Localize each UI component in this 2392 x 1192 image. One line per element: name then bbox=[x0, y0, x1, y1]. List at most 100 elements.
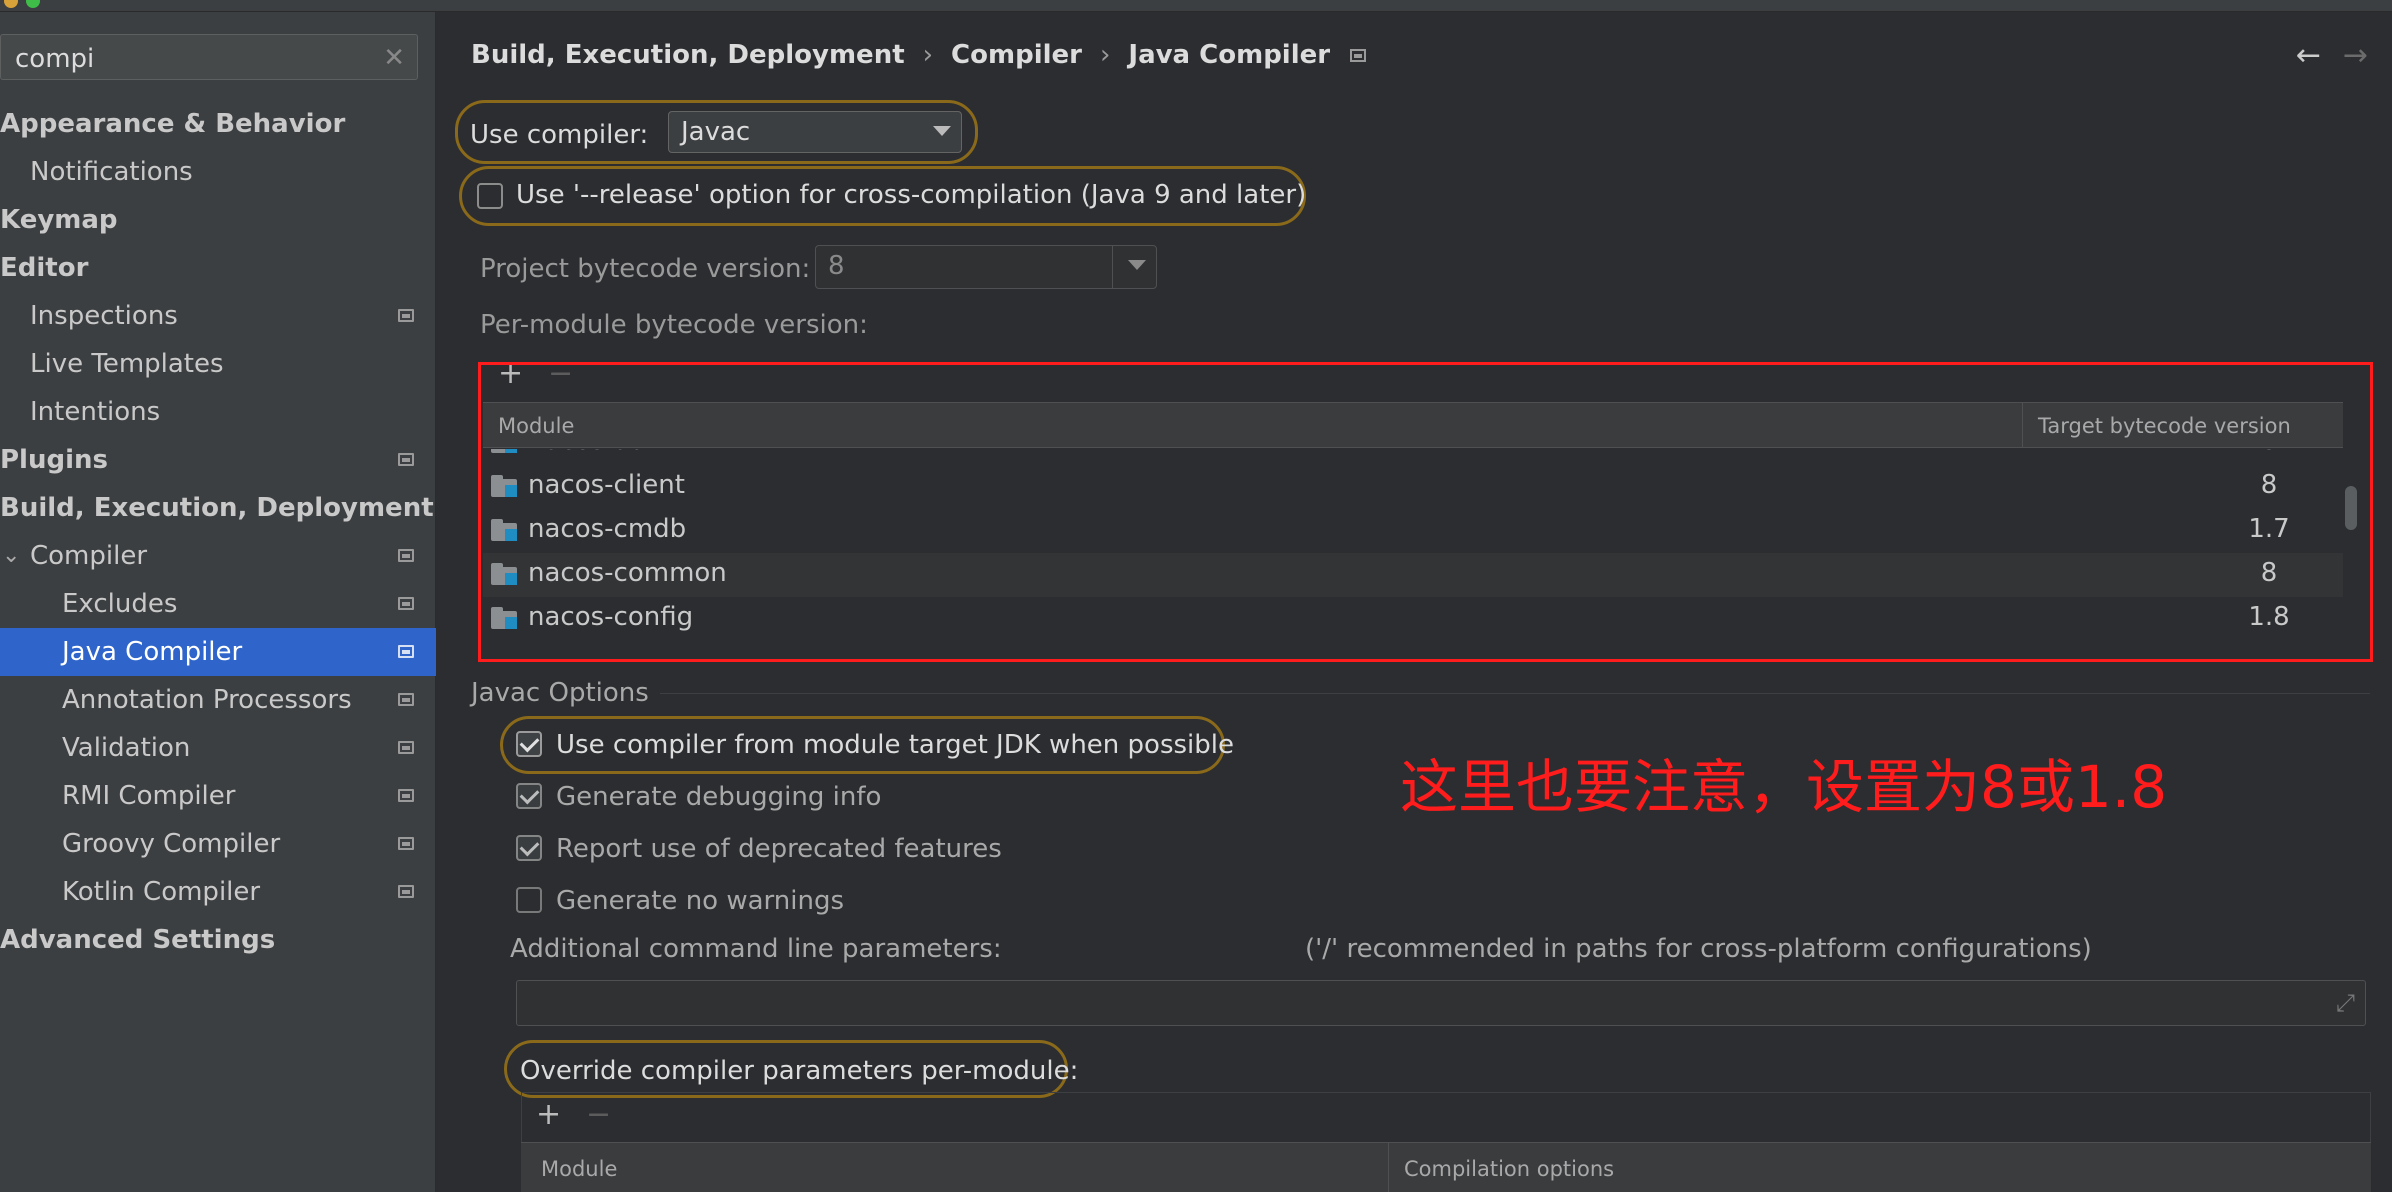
column-header-compilation-options[interactable]: Compilation options bbox=[1404, 1157, 1614, 1181]
clear-search-icon[interactable]: ✕ bbox=[383, 43, 405, 73]
use-module-jdk-label: Use compiler from module target JDK when… bbox=[556, 730, 1234, 760]
override-table-toolbar: + − bbox=[521, 1092, 2371, 1142]
settings-sidebar: compi ✕ Appearance & Behavior Notificati… bbox=[0, 12, 436, 1192]
sidebar-item-label: Validation bbox=[62, 733, 191, 763]
sidebar-item-label: Keymap bbox=[0, 205, 118, 235]
sidebar-item-rmi-compiler[interactable]: RMI Compiler bbox=[0, 772, 436, 820]
project-settings-icon bbox=[398, 789, 414, 802]
sidebar-item-live-templates[interactable]: Live Templates bbox=[0, 340, 436, 388]
project-settings-icon bbox=[398, 453, 414, 466]
sidebar-item-label: Annotation Processors bbox=[62, 685, 352, 715]
additional-params-input[interactable]: ⤢ bbox=[516, 980, 2366, 1026]
sidebar-item-editor[interactable]: Editor bbox=[0, 244, 436, 292]
use-compiler-value: Javac bbox=[681, 117, 751, 147]
zoom-window-icon[interactable] bbox=[26, 0, 40, 8]
additional-params-hint: ('/' recommended in paths for cross-plat… bbox=[1305, 934, 2092, 964]
sidebar-item-annotation-processors[interactable]: Annotation Processors bbox=[0, 676, 436, 724]
sidebar-item-label: Advanced Settings bbox=[0, 925, 276, 955]
remove-override-icon[interactable]: − bbox=[586, 1097, 611, 1132]
sidebar-item-plugins[interactable]: Plugins bbox=[0, 436, 436, 484]
project-settings-icon bbox=[398, 549, 414, 562]
search-input[interactable]: compi bbox=[15, 44, 94, 74]
sidebar-item-label: Java Compiler bbox=[62, 637, 243, 667]
sidebar-item-label: Groovy Compiler bbox=[62, 829, 281, 859]
project-bytecode-label: Project bytecode version: bbox=[480, 254, 811, 284]
javac-options-title: Javac Options bbox=[471, 678, 649, 708]
sidebar-item-label: RMI Compiler bbox=[62, 781, 236, 811]
project-bytecode-dropdown[interactable]: 8 bbox=[815, 245, 1157, 289]
sidebar-item-groovy-compiler[interactable]: Groovy Compiler bbox=[0, 820, 436, 868]
breadcrumb-separator: › bbox=[1099, 40, 1111, 70]
sidebar-item-label: Appearance & Behavior bbox=[0, 109, 346, 139]
sidebar-item-compiler[interactable]: ⌄ Compiler bbox=[0, 532, 436, 580]
override-table-header: Module Compilation options bbox=[521, 1142, 2371, 1192]
breadcrumb-separator: › bbox=[922, 40, 934, 70]
project-settings-icon bbox=[398, 885, 414, 898]
release-option-checkbox[interactable] bbox=[477, 183, 503, 209]
sidebar-item-label: Kotlin Compiler bbox=[62, 877, 261, 907]
back-arrow-icon[interactable]: ← bbox=[2296, 38, 2321, 73]
project-settings-icon bbox=[398, 837, 414, 850]
project-settings-icon bbox=[1350, 49, 1367, 62]
no-warnings-label: Generate no warnings bbox=[556, 886, 845, 916]
project-bytecode-value: 8 bbox=[828, 251, 845, 281]
sidebar-item-advanced-settings[interactable]: Advanced Settings bbox=[0, 916, 436, 964]
project-settings-icon bbox=[398, 645, 414, 658]
section-divider bbox=[660, 693, 2370, 694]
sidebar-item-validation[interactable]: Validation bbox=[0, 724, 436, 772]
sidebar-item-label: Intentions bbox=[30, 397, 161, 427]
settings-tree: Appearance & Behavior Notifications Keym… bbox=[0, 100, 436, 964]
minimize-window-icon[interactable] bbox=[4, 0, 18, 8]
window-title-strip bbox=[0, 0, 2392, 12]
breadcrumb-item[interactable]: Compiler bbox=[951, 40, 1082, 70]
sidebar-item-build-execution-deployment[interactable]: Build, Execution, Deployment bbox=[0, 484, 436, 532]
breadcrumb-item[interactable]: Build, Execution, Deployment bbox=[471, 40, 905, 70]
project-settings-icon bbox=[398, 741, 414, 754]
column-separator bbox=[1388, 1143, 1389, 1192]
sidebar-item-label: Inspections bbox=[30, 301, 178, 331]
history-navigation: ← → bbox=[2296, 38, 2368, 73]
sidebar-item-java-compiler[interactable]: Java Compiler bbox=[0, 628, 436, 676]
column-header-module[interactable]: Module bbox=[541, 1157, 617, 1181]
per-module-bytecode-label: Per-module bytecode version: bbox=[480, 310, 868, 340]
no-warnings-checkbox[interactable] bbox=[516, 887, 542, 913]
sidebar-item-notifications[interactable]: Notifications bbox=[0, 148, 436, 196]
forward-arrow-icon[interactable]: → bbox=[2343, 38, 2368, 73]
sidebar-item-kotlin-compiler[interactable]: Kotlin Compiler bbox=[0, 868, 436, 916]
add-override-icon[interactable]: + bbox=[536, 1097, 561, 1132]
additional-params-label: Additional command line parameters: bbox=[510, 934, 1002, 964]
sidebar-item-label: Build, Execution, Deployment bbox=[0, 493, 434, 523]
chevron-down-icon[interactable]: ⌄ bbox=[2, 532, 20, 580]
red-annotation-text: 这里也要注意，设置为8或1.8 bbox=[1400, 753, 2168, 821]
sidebar-item-label: Live Templates bbox=[30, 349, 224, 379]
dropdown-arrow-icon bbox=[1128, 260, 1146, 270]
project-settings-icon bbox=[398, 309, 414, 322]
sidebar-item-label: Editor bbox=[0, 253, 89, 283]
debugging-info-label: Generate debugging info bbox=[556, 782, 882, 812]
dropdown-divider bbox=[1112, 246, 1113, 288]
sidebar-item-label: Plugins bbox=[0, 445, 108, 475]
settings-search-field[interactable]: compi ✕ bbox=[0, 34, 418, 80]
debugging-info-checkbox[interactable] bbox=[516, 783, 542, 809]
sidebar-item-label: Notifications bbox=[30, 157, 193, 187]
sidebar-item-excludes[interactable]: Excludes bbox=[0, 580, 436, 628]
deprecated-features-checkbox[interactable] bbox=[516, 835, 542, 861]
project-settings-icon bbox=[398, 597, 414, 610]
release-option-label: Use '--release' option for cross-compila… bbox=[516, 180, 1307, 210]
sidebar-item-label: Excludes bbox=[62, 589, 178, 619]
sidebar-item-inspections[interactable]: Inspections bbox=[0, 292, 436, 340]
use-module-jdk-checkbox[interactable] bbox=[516, 731, 542, 757]
breadcrumb: Build, Execution, Deployment › Compiler › Ja… bbox=[471, 40, 1367, 70]
use-compiler-dropdown[interactable]: Javac bbox=[668, 111, 962, 153]
expand-icon[interactable]: ⤢ bbox=[2336, 989, 2355, 1017]
sidebar-item-appearance-behavior[interactable]: Appearance & Behavior bbox=[0, 100, 436, 148]
breadcrumb-current: Java Compiler bbox=[1128, 40, 1331, 70]
use-compiler-label: Use compiler: bbox=[470, 120, 649, 150]
project-settings-icon bbox=[398, 693, 414, 706]
sidebar-item-label: Compiler bbox=[30, 541, 148, 571]
deprecated-features-label: Report use of deprecated features bbox=[556, 834, 1002, 864]
dropdown-arrow-icon bbox=[933, 126, 951, 136]
sidebar-item-keymap[interactable]: Keymap bbox=[0, 196, 436, 244]
sidebar-item-intentions[interactable]: Intentions bbox=[0, 388, 436, 436]
annotation-red-box bbox=[478, 362, 2373, 662]
